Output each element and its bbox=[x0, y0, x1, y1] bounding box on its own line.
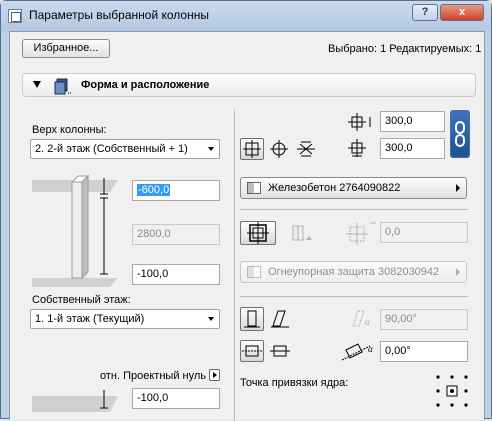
circle-section-icon bbox=[270, 140, 288, 158]
top-offset-value: -600,0 bbox=[137, 184, 171, 196]
reference-offset-value: -100,0 bbox=[137, 392, 169, 404]
custom-profile-button[interactable] bbox=[294, 138, 318, 160]
bottom-offset-field[interactable]: -100,0 bbox=[132, 264, 220, 285]
dropdown-arrow-icon bbox=[208, 317, 214, 321]
orthogonal-orientation-icon bbox=[242, 345, 262, 357]
link-proportions-button[interactable] bbox=[450, 110, 470, 158]
orientation-rotated-button[interactable] bbox=[268, 340, 292, 362]
svg-text:α: α bbox=[368, 344, 373, 354]
dropdown-arrow-icon bbox=[208, 147, 214, 151]
rotated-orientation-icon bbox=[270, 345, 290, 357]
rotation-angle-value: 0,00° bbox=[385, 345, 411, 357]
core-veneer-icon bbox=[247, 222, 269, 244]
rotation-angle-icon: α bbox=[341, 343, 373, 361]
veneer-material-button: Огнеупорная защита 3082030942 bbox=[240, 261, 467, 283]
bottom-offset-value: -100,0 bbox=[137, 268, 169, 280]
top-story-select[interactable]: 2. 2-й этаж (Собственный + 1) bbox=[30, 139, 220, 159]
veneer-type-button bbox=[286, 221, 316, 245]
home-story-select[interactable]: 1. 1-й этаж (Текущий) bbox=[30, 309, 220, 329]
submenu-arrow-icon bbox=[456, 184, 460, 192]
submenu-arrow-icon bbox=[456, 268, 460, 276]
home-story-label: Собственный этаж: bbox=[32, 294, 131, 306]
section-header[interactable]: Форма и расположение bbox=[22, 73, 476, 97]
material-swatch-icon bbox=[247, 182, 261, 194]
selection-info: Выбрано: 1 Редактируемых: 1 bbox=[328, 43, 482, 55]
steel-profile-icon bbox=[297, 141, 315, 157]
rotation-angle-field[interactable]: 0,00° bbox=[380, 341, 468, 362]
veneer-thickness-icon bbox=[346, 222, 376, 245]
help-button[interactable]: ? bbox=[412, 4, 438, 21]
veneer-type-icon bbox=[292, 225, 312, 241]
favorites-button[interactable]: Избранное... bbox=[22, 39, 110, 58]
window-title: Параметры выбранной колонны bbox=[29, 8, 209, 22]
column-width-field[interactable]: 300,0 bbox=[380, 111, 445, 132]
column-depth-value: 300,0 bbox=[385, 142, 413, 154]
section-separator bbox=[240, 209, 468, 210]
chain-link-icon bbox=[455, 121, 465, 147]
anchor-point-label: Точка привязки ядра: bbox=[240, 377, 349, 389]
veneer-core-button[interactable] bbox=[240, 221, 276, 245]
home-story-value: 1. 1-й этаж (Текущий) bbox=[35, 313, 145, 325]
column-elevation-diagram bbox=[32, 174, 118, 287]
column-height-value: 2800,0 bbox=[137, 228, 171, 240]
width-icon bbox=[348, 113, 371, 131]
orientation-horizontal-button[interactable] bbox=[240, 340, 264, 362]
top-label: Верх колонны: bbox=[32, 124, 107, 136]
panel-divider bbox=[234, 109, 235, 421]
collapse-triangle-icon[interactable] bbox=[33, 81, 41, 88]
rectangle-section-icon bbox=[243, 140, 261, 158]
top-story-value: 2. 2-й этаж (Собственный + 1) bbox=[35, 143, 188, 155]
circular-section-button[interactable] bbox=[267, 138, 291, 160]
material-swatch-icon bbox=[247, 266, 261, 278]
section-separator bbox=[240, 296, 468, 297]
anchor-point-selector[interactable] bbox=[434, 373, 470, 409]
core-material-label: Железобетон 2764090822 bbox=[268, 182, 401, 194]
core-material-button[interactable]: Железобетон 2764090822 bbox=[240, 177, 467, 199]
slanted-column-icon bbox=[271, 310, 289, 328]
reference-level-menu-button[interactable] bbox=[209, 369, 220, 381]
slant-angle-icon: α bbox=[352, 310, 370, 327]
section-title: Форма и расположение bbox=[81, 79, 210, 91]
top-offset-field[interactable]: -600,0 bbox=[132, 180, 220, 201]
column-section-icon bbox=[54, 78, 72, 95]
column-width-value: 300,0 bbox=[385, 115, 413, 127]
column-height-field: 2800,0 bbox=[132, 224, 220, 245]
depth-icon bbox=[348, 139, 366, 157]
dialog-window: Параметры выбранной колонны ? x Избранно… bbox=[0, 0, 492, 421]
column-depth-field[interactable]: 300,0 bbox=[380, 138, 445, 159]
dialog-body: Избранное... Выбрано: 1 Редактируемых: 1… bbox=[9, 31, 485, 421]
svg-text:α: α bbox=[365, 317, 370, 327]
reference-level-label: отн. Проектный нуль bbox=[100, 370, 206, 382]
rectangular-section-button[interactable] bbox=[240, 138, 264, 160]
veneer-material-label: Огнеупорная защита 3082030942 bbox=[268, 266, 440, 278]
reference-plane-diagram bbox=[32, 390, 118, 412]
close-button[interactable]: x bbox=[440, 4, 484, 21]
vertical-column-button[interactable] bbox=[240, 307, 264, 331]
slanted-column-button[interactable] bbox=[268, 307, 292, 331]
reference-offset-field[interactable]: -100,0 bbox=[132, 388, 220, 409]
slant-angle-field: 90,00° bbox=[380, 309, 468, 330]
veneer-thickness-field: 0,0 bbox=[380, 222, 468, 243]
slant-angle-value: 90,00° bbox=[385, 313, 417, 325]
vertical-column-icon bbox=[244, 310, 260, 328]
title-bar[interactable]: Параметры выбранной колонны ? x bbox=[1, 1, 491, 31]
veneer-thickness-value: 0,0 bbox=[385, 226, 401, 238]
dialog-app-icon bbox=[8, 9, 22, 23]
